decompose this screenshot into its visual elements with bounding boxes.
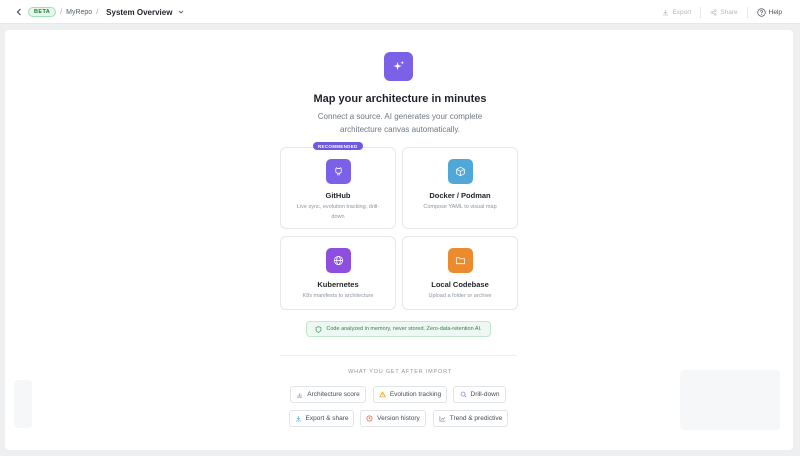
- help-button[interactable]: Help: [748, 7, 782, 17]
- source-card-local-codebase[interactable]: Local Codebase Upload a folder or archiv…: [402, 236, 518, 310]
- source-card-docker[interactable]: Docker / Podman Compose YAML to visual m…: [402, 147, 518, 229]
- privacy-notice-text: Code analyzed in memory, never stored. Z…: [326, 326, 482, 332]
- export-button[interactable]: Export: [653, 9, 700, 16]
- page-title[interactable]: System Overview: [106, 8, 172, 17]
- zoom-icon: [460, 391, 466, 398]
- source-name: GitHub: [325, 191, 351, 200]
- shield-icon: [316, 325, 322, 333]
- top-bar: BETA / MyRepo / System Overview Export S…: [0, 0, 800, 24]
- folder-icon: [448, 248, 473, 273]
- toolbar-actions: Export Share Help: [653, 0, 782, 24]
- back-button[interactable]: [12, 5, 26, 19]
- clock-icon: [366, 415, 373, 422]
- breadcrumb-separator: /: [60, 8, 63, 16]
- feature-label: Architecture score: [307, 391, 360, 398]
- feature-label: Trend & predictive: [449, 415, 503, 422]
- feature-architecture-score[interactable]: Architecture score: [290, 386, 366, 403]
- chevron-left-icon: [16, 8, 21, 16]
- feature-label: Export & share: [305, 415, 349, 422]
- download-icon: [663, 9, 669, 15]
- hero-title: Map your architecture in minutes: [313, 93, 487, 105]
- globe-icon: [326, 248, 351, 273]
- breadcrumb-repo[interactable]: MyRepo: [66, 9, 92, 16]
- bar-chart-icon: [297, 393, 303, 398]
- feature-label: Drill-down: [470, 391, 500, 398]
- section-divider: [280, 355, 517, 356]
- breadcrumb-separator: /: [96, 8, 99, 16]
- source-card-kubernetes[interactable]: Kubernetes K8s manifests to architecture: [280, 236, 396, 310]
- features-heading: WHAT YOU GET AFTER IMPORT: [348, 369, 452, 375]
- feature-version-history[interactable]: Version history: [360, 410, 426, 427]
- source-name: Docker / Podman: [429, 191, 491, 200]
- source-description: Compose YAML to visual map: [423, 204, 497, 210]
- feature-label: Evolution tracking: [389, 391, 442, 398]
- share-label: Share: [720, 8, 738, 16]
- export-label: Export: [672, 8, 692, 16]
- source-description: Live sync, evolution tracking, drill-dow…: [296, 204, 380, 220]
- share-icon: [710, 8, 717, 16]
- minimap-placeholder: [680, 370, 780, 430]
- source-description: Upload a folder or archive: [428, 293, 492, 299]
- source-card-github[interactable]: GitHub Live sync, evolution tracking, dr…: [280, 147, 396, 229]
- download-icon: [295, 415, 301, 422]
- feature-export-share[interactable]: Export & share: [289, 410, 354, 427]
- help-circle-icon: [756, 7, 766, 17]
- cube-icon: [448, 159, 473, 184]
- help-label: Help: [768, 8, 782, 16]
- source-name: Kubernetes: [317, 280, 359, 289]
- github-icon: [326, 159, 351, 184]
- zoom-controls-placeholder: [14, 380, 32, 428]
- recommended-badge: RECOMMENDED: [313, 142, 363, 150]
- feature-drill-down[interactable]: Drill-down: [453, 386, 506, 403]
- privacy-notice: Code analyzed in memory, never stored. Z…: [306, 321, 491, 337]
- source-name: Local Codebase: [431, 280, 489, 289]
- feature-label: Version history: [377, 415, 420, 422]
- warning-icon: [379, 391, 386, 398]
- share-button[interactable]: Share: [701, 9, 746, 16]
- hero-subtitle: Connect a source. AI generates your comp…: [317, 112, 483, 134]
- feature-evolution-tracking[interactable]: Evolution tracking: [373, 386, 447, 403]
- beta-badge: BETA: [28, 7, 57, 17]
- chevron-down-icon[interactable]: [178, 9, 184, 15]
- sparkles-icon: [384, 52, 413, 81]
- feature-trend-predictive[interactable]: Trend & predictive: [433, 410, 508, 427]
- breadcrumb: BETA / MyRepo / System Overview: [28, 0, 184, 24]
- trend-icon: [439, 415, 445, 422]
- source-description: K8s manifests to architecture: [302, 293, 374, 299]
